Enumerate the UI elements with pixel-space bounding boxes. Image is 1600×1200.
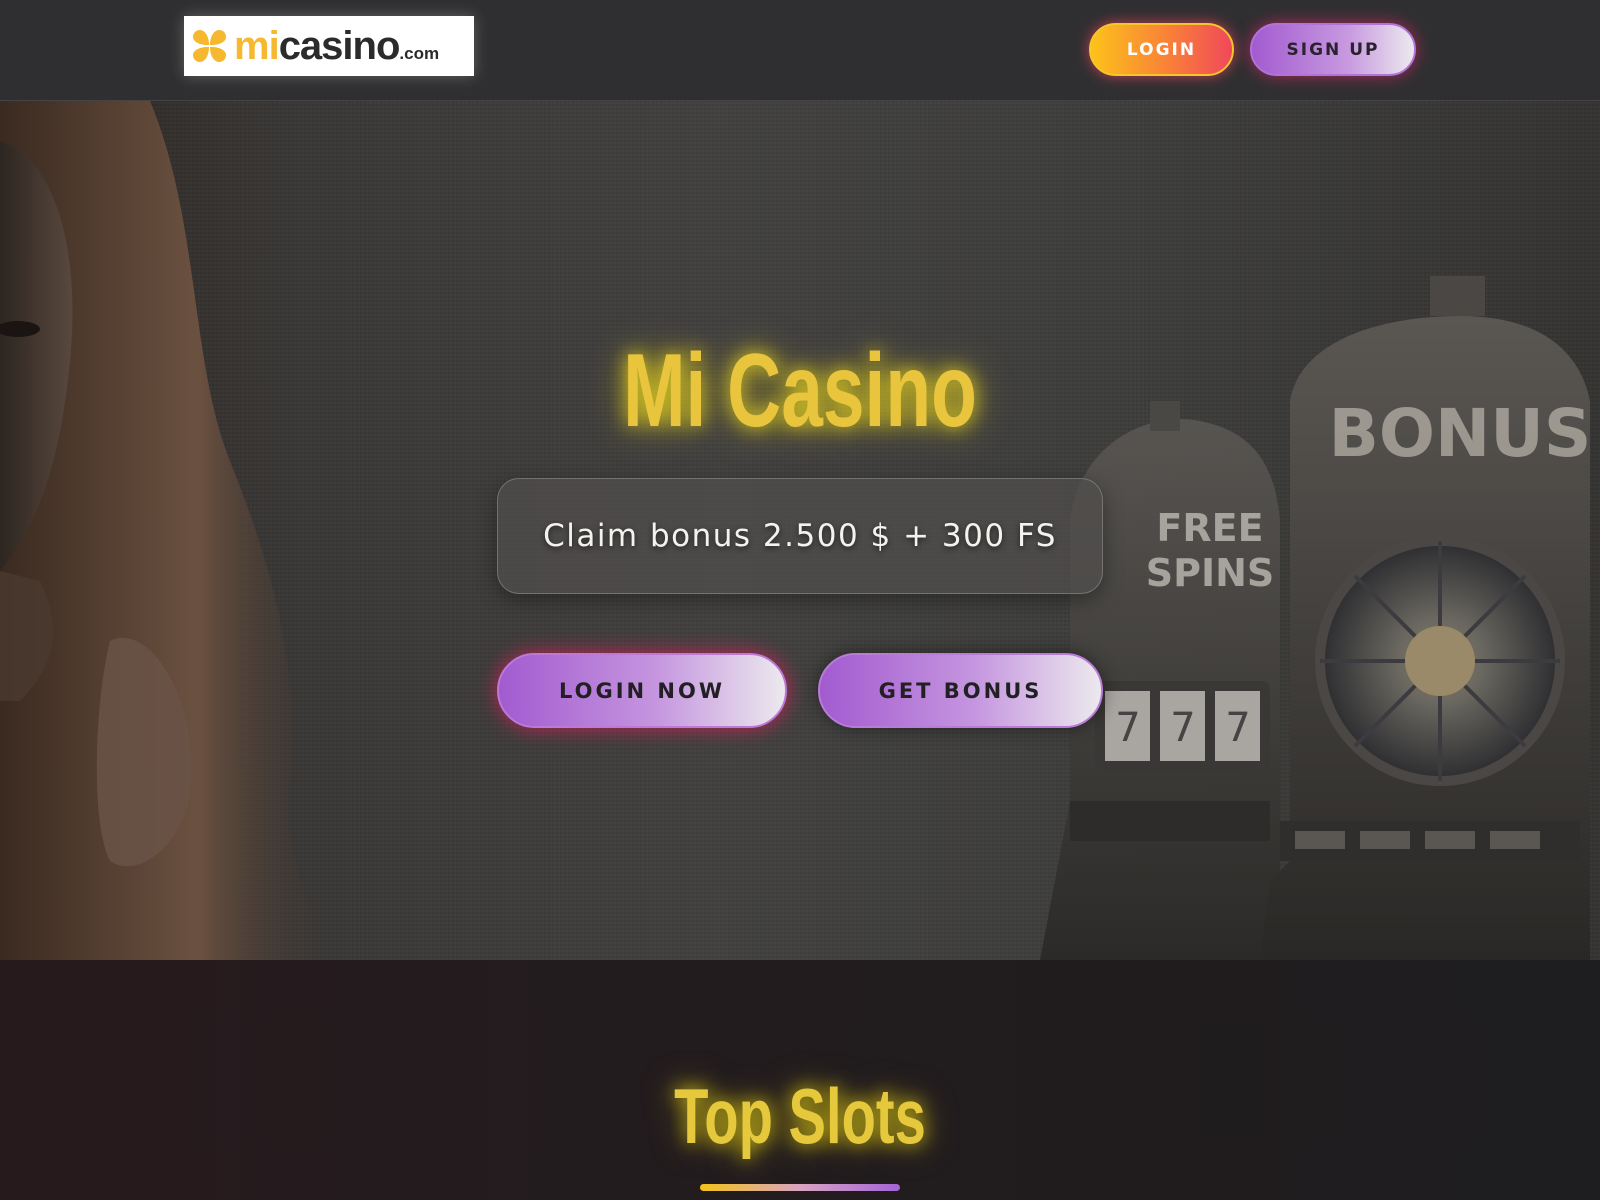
woman-image	[0, 101, 330, 960]
top-slots-title: Top Slots	[674, 1072, 926, 1160]
header-login-button[interactable]: LOGIN	[1089, 23, 1234, 76]
site-logo[interactable]: micasino.com	[184, 16, 474, 76]
header-signup-button[interactable]: SIGN UP	[1250, 23, 1416, 76]
logo-wordmark: micasino.com	[234, 26, 439, 66]
hero-section: FREE SPINS 7 7 7 BONUS Mi Casino Claim b…	[0, 101, 1600, 960]
get-bonus-button[interactable]: GET BONUS	[818, 653, 1103, 728]
top-slots-section: Top Slots	[0, 960, 1600, 1200]
svg-text:SPINS: SPINS	[1146, 551, 1275, 595]
logo-mi: mi	[234, 24, 280, 68]
svg-text:7: 7	[1225, 705, 1250, 751]
bonus-banner: Claim bonus 2.500 $ + 300 FS	[497, 478, 1103, 594]
site-header: micasino.com LOGIN SIGN UP	[0, 0, 1600, 101]
bonus-text: Claim bonus 2.500 $ + 300 FS	[543, 518, 1057, 554]
login-now-button[interactable]: LOGIN NOW	[497, 653, 787, 728]
logo-dotcom: .com	[399, 44, 440, 63]
clover-icon	[193, 30, 226, 62]
hero-title: Mi Casino	[623, 333, 977, 449]
logo-casino: casino	[278, 24, 401, 68]
svg-text:7: 7	[1170, 705, 1195, 751]
free-spins-label: FREE	[1156, 506, 1263, 550]
title-underline	[700, 1184, 900, 1191]
svg-text:7: 7	[1115, 705, 1140, 751]
